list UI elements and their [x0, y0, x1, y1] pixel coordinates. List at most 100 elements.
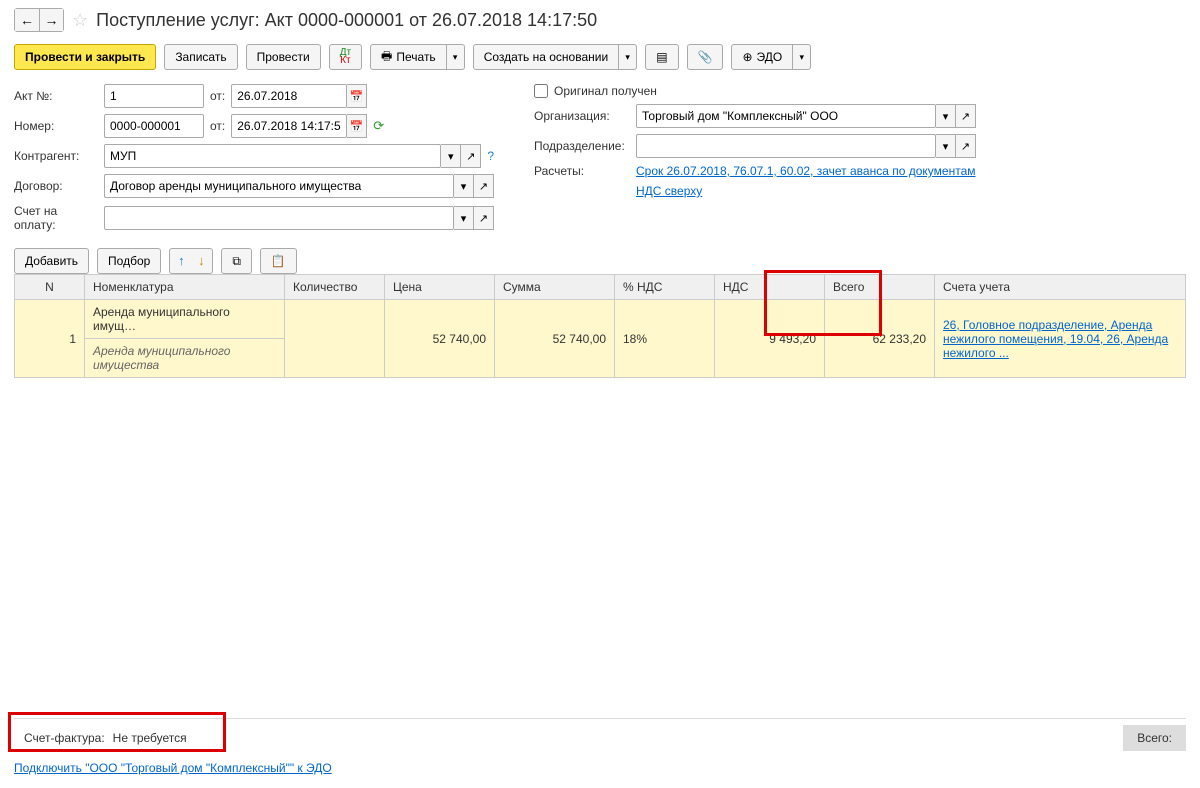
copy-button[interactable]: ⧉ [221, 248, 252, 274]
number-date-input[interactable] [231, 114, 347, 138]
dept-input[interactable] [636, 134, 936, 158]
cell-n[interactable]: 1 [15, 300, 85, 378]
help-icon[interactable]: ? [487, 149, 494, 163]
act-date-input[interactable] [231, 84, 347, 108]
edo-split: ⊕ ЭДО ▾ [731, 44, 811, 70]
items-table: N Номенклатура Количество Цена Сумма % Н… [14, 274, 1186, 378]
invoice-pay-dd[interactable]: ▾ [454, 206, 474, 230]
org-open[interactable]: ↗ [956, 104, 976, 128]
paste-button[interactable]: 📋 [260, 248, 297, 274]
number-input[interactable] [104, 114, 204, 138]
cell-item-sub[interactable]: Аренда муниципального имущества [85, 339, 285, 378]
invoice-box: Счет-фактура: Не требуется [14, 727, 197, 749]
print-split-button: 🖶 Печать ▾ [370, 44, 465, 70]
move-up-button[interactable]: ↑ [172, 251, 190, 269]
contract-open[interactable]: ↗ [474, 174, 494, 198]
col-qty[interactable]: Количество [285, 275, 385, 300]
invoice-pay-open[interactable]: ↗ [474, 206, 494, 230]
counterparty-open[interactable]: ↗ [461, 144, 481, 168]
dept-label: Подразделение: [534, 139, 630, 153]
cell-qty[interactable] [285, 300, 385, 378]
post-close-button[interactable]: Провести и закрыть [14, 44, 156, 70]
col-item[interactable]: Номенклатура [85, 275, 285, 300]
print-dropdown[interactable]: ▾ [447, 44, 465, 70]
from-label-1: от: [210, 89, 225, 103]
act-no-input[interactable] [104, 84, 204, 108]
write-button[interactable]: Записать [164, 44, 237, 70]
org-label: Организация: [534, 109, 630, 123]
attach-button[interactable]: 📎 [687, 44, 724, 70]
from-label-2: от: [210, 119, 225, 133]
paste-icon: 📋 [271, 254, 286, 268]
calc-label: Расчеты: [534, 164, 630, 178]
cell-total[interactable]: 62 233,20 [825, 300, 935, 378]
act-date-picker[interactable]: 📅 [347, 84, 367, 108]
printer-icon: 🖶 [381, 47, 392, 68]
copy-icon: ⧉ [232, 254, 241, 269]
cell-vat[interactable]: 9 493,20 [715, 300, 825, 378]
select-rows-button[interactable]: Подбор [97, 248, 161, 274]
page-title: Поступление услуг: Акт 0000-000001 от 26… [96, 10, 597, 31]
create-based-split: Создать на основании ▾ [473, 44, 638, 70]
total-label: Всего: [1137, 731, 1172, 745]
cell-vatpct[interactable]: 18% [615, 300, 715, 378]
vat-link[interactable]: НДС сверху [636, 184, 702, 198]
add-row-button[interactable]: Добавить [14, 248, 89, 274]
original-label: Оригинал получен [554, 84, 657, 98]
paperclip-icon: 📎 [698, 50, 713, 64]
counterparty-dd[interactable]: ▾ [441, 144, 461, 168]
refresh-icon[interactable]: ⟳ [373, 118, 384, 134]
original-checkbox[interactable] [534, 84, 548, 98]
contract-dd[interactable]: ▾ [454, 174, 474, 198]
post-button[interactable]: Провести [246, 44, 321, 70]
col-vatpct[interactable]: % НДС [615, 275, 715, 300]
col-n[interactable]: N [15, 275, 85, 300]
col-sum[interactable]: Сумма [495, 275, 615, 300]
dtkt-button[interactable]: ДтКт [329, 44, 362, 70]
cell-accounts[interactable]: 26, Головное подразделение, Аренда нежил… [935, 300, 1186, 378]
act-no-label: Акт №: [14, 89, 98, 103]
cell-item[interactable]: Аренда муниципального имущ… [85, 300, 285, 339]
empty-table-area [14, 378, 1186, 718]
move-buttons: ↑ ↓ [169, 248, 213, 274]
invoice-label: Счет-фактура: [24, 731, 105, 745]
cell-sum[interactable]: 52 740,00 [495, 300, 615, 378]
docs-icon: ▤ [656, 50, 667, 64]
number-date-picker[interactable]: 📅 [347, 114, 367, 138]
dept-dd[interactable]: ▾ [936, 134, 956, 158]
docs-icon-button[interactable]: ▤ [645, 44, 678, 70]
edo-icon: ⊕ [742, 50, 752, 64]
create-based-dropdown[interactable]: ▾ [619, 44, 637, 70]
print-button[interactable]: 🖶 Печать [370, 44, 447, 70]
col-vat[interactable]: НДС [715, 275, 825, 300]
dept-open[interactable]: ↗ [956, 134, 976, 158]
edo-connect-link[interactable]: Подключить "ООО "Торговый дом "Комплексн… [14, 761, 332, 775]
contract-label: Договор: [14, 179, 98, 193]
back-button[interactable]: ← [15, 9, 39, 31]
col-price[interactable]: Цена [385, 275, 495, 300]
main-toolbar: Провести и закрыть Записать Провести ДтК… [14, 44, 1186, 70]
org-dd[interactable]: ▾ [936, 104, 956, 128]
favorite-icon[interactable]: ☆ [72, 10, 88, 31]
invoice-pay-label: Счет на оплату: [14, 204, 98, 232]
table-row: 1 Аренда муниципального имущ… 52 740,00 … [15, 300, 1186, 339]
cell-price[interactable]: 52 740,00 [385, 300, 495, 378]
edo-dropdown[interactable]: ▾ [793, 44, 811, 70]
invoice-value: Не требуется [113, 731, 187, 745]
col-accounts[interactable]: Счета учета [935, 275, 1186, 300]
invoice-pay-input[interactable] [104, 206, 454, 230]
nav-buttons: ← → [14, 8, 64, 32]
calc-link[interactable]: Срок 26.07.2018, 76.07.1, 60.02, зачет а… [636, 164, 976, 178]
number-label: Номер: [14, 119, 98, 133]
move-down-button[interactable]: ↓ [192, 251, 210, 269]
edo-button[interactable]: ⊕ ЭДО [731, 44, 793, 70]
counterparty-label: Контрагент: [14, 149, 98, 163]
dtkt-icon: ДтКт [340, 49, 351, 65]
org-input[interactable] [636, 104, 936, 128]
counterparty-input[interactable] [104, 144, 441, 168]
forward-button[interactable]: → [39, 9, 63, 31]
total-box: Всего: [1123, 725, 1186, 751]
contract-input[interactable] [104, 174, 454, 198]
col-total[interactable]: Всего [825, 275, 935, 300]
create-based-button[interactable]: Создать на основании [473, 44, 620, 70]
